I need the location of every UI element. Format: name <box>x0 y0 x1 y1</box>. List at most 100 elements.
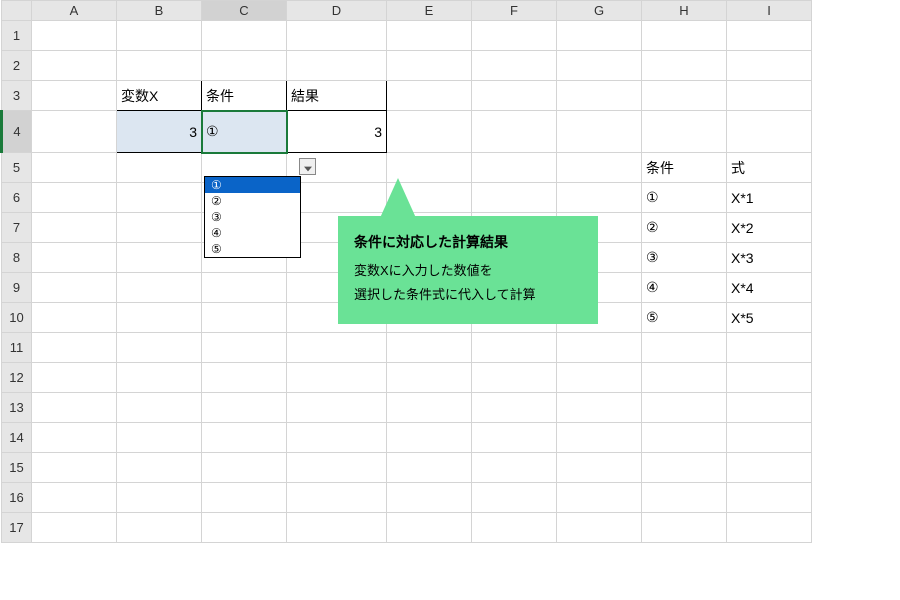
cell-H8[interactable]: ③ <box>642 243 727 273</box>
cell-D11[interactable] <box>287 333 387 363</box>
cell-C1[interactable] <box>202 21 287 51</box>
cell-I5[interactable]: 式 <box>727 153 812 183</box>
cell-B7[interactable] <box>117 213 202 243</box>
cell-G11[interactable] <box>557 333 642 363</box>
row-header-5[interactable]: 5 <box>2 153 32 183</box>
cell-G1[interactable] <box>557 21 642 51</box>
cell-D2[interactable] <box>287 51 387 81</box>
cell-B5[interactable] <box>117 153 202 183</box>
cell-E3[interactable] <box>387 81 472 111</box>
row-header-14[interactable]: 14 <box>2 423 32 453</box>
cell-C15[interactable] <box>202 453 287 483</box>
cell-F5[interactable] <box>472 153 557 183</box>
cell-F3[interactable] <box>472 81 557 111</box>
cell-I4[interactable] <box>727 111 812 153</box>
cell-G13[interactable] <box>557 393 642 423</box>
cell-A5[interactable] <box>32 153 117 183</box>
cell-B10[interactable] <box>117 303 202 333</box>
cell-G17[interactable] <box>557 513 642 543</box>
cell-C17[interactable] <box>202 513 287 543</box>
cell-D6[interactable] <box>287 183 387 213</box>
cell-A10[interactable] <box>32 303 117 333</box>
cell-D1[interactable] <box>287 21 387 51</box>
col-header-F[interactable]: F <box>472 1 557 21</box>
cell-G5[interactable] <box>557 153 642 183</box>
dropdown-option-2[interactable]: ② <box>205 193 300 209</box>
row-header-9[interactable]: 9 <box>2 273 32 303</box>
row-header-10[interactable]: 10 <box>2 303 32 333</box>
row-header-17[interactable]: 17 <box>2 513 32 543</box>
cell-I16[interactable] <box>727 483 812 513</box>
cell-B11[interactable] <box>117 333 202 363</box>
cell-F4[interactable] <box>472 111 557 153</box>
cell-C14[interactable] <box>202 423 287 453</box>
cell-G2[interactable] <box>557 51 642 81</box>
cell-C9[interactable] <box>202 273 287 303</box>
cell-G6[interactable] <box>557 183 642 213</box>
cell-E13[interactable] <box>387 393 472 423</box>
cell-I2[interactable] <box>727 51 812 81</box>
cell-H13[interactable] <box>642 393 727 423</box>
col-header-D[interactable]: D <box>287 1 387 21</box>
cell-B3[interactable]: 変数X <box>117 81 202 111</box>
cell-G4[interactable] <box>557 111 642 153</box>
cell-C13[interactable] <box>202 393 287 423</box>
cell-G12[interactable] <box>557 363 642 393</box>
cell-B2[interactable] <box>117 51 202 81</box>
cell-F1[interactable] <box>472 21 557 51</box>
cell-D14[interactable] <box>287 423 387 453</box>
dropdown-option-3[interactable]: ③ <box>205 209 300 225</box>
cell-H12[interactable] <box>642 363 727 393</box>
cell-A2[interactable] <box>32 51 117 81</box>
col-header-H[interactable]: H <box>642 1 727 21</box>
cell-C12[interactable] <box>202 363 287 393</box>
cell-F17[interactable] <box>472 513 557 543</box>
cell-C4[interactable]: ① <box>202 111 287 153</box>
cell-F16[interactable] <box>472 483 557 513</box>
cell-G3[interactable] <box>557 81 642 111</box>
cell-A13[interactable] <box>32 393 117 423</box>
cell-F15[interactable] <box>472 453 557 483</box>
row-header-1[interactable]: 1 <box>2 21 32 51</box>
select-all-corner[interactable] <box>2 1 32 21</box>
cell-I6[interactable]: X*1 <box>727 183 812 213</box>
row-header-8[interactable]: 8 <box>2 243 32 273</box>
cell-I11[interactable] <box>727 333 812 363</box>
cell-H4[interactable] <box>642 111 727 153</box>
cell-I14[interactable] <box>727 423 812 453</box>
cell-I7[interactable]: X*2 <box>727 213 812 243</box>
cell-A17[interactable] <box>32 513 117 543</box>
cell-E14[interactable] <box>387 423 472 453</box>
cell-A16[interactable] <box>32 483 117 513</box>
cell-F14[interactable] <box>472 423 557 453</box>
cell-I1[interactable] <box>727 21 812 51</box>
col-header-A[interactable]: A <box>32 1 117 21</box>
cell-D16[interactable] <box>287 483 387 513</box>
cell-A3[interactable] <box>32 81 117 111</box>
dropdown-option-1[interactable]: ① <box>205 177 300 193</box>
cell-E12[interactable] <box>387 363 472 393</box>
row-header-7[interactable]: 7 <box>2 213 32 243</box>
cell-H7[interactable]: ② <box>642 213 727 243</box>
cell-B4[interactable]: 3 <box>117 111 202 153</box>
cell-A1[interactable] <box>32 21 117 51</box>
cell-E16[interactable] <box>387 483 472 513</box>
cell-F11[interactable] <box>472 333 557 363</box>
row-header-2[interactable]: 2 <box>2 51 32 81</box>
cell-E4[interactable] <box>387 111 472 153</box>
cell-D17[interactable] <box>287 513 387 543</box>
row-header-3[interactable]: 3 <box>2 81 32 111</box>
row-header-12[interactable]: 12 <box>2 363 32 393</box>
cell-H10[interactable]: ⑤ <box>642 303 727 333</box>
cell-E2[interactable] <box>387 51 472 81</box>
cell-E17[interactable] <box>387 513 472 543</box>
cell-I17[interactable] <box>727 513 812 543</box>
col-header-E[interactable]: E <box>387 1 472 21</box>
cell-C16[interactable] <box>202 483 287 513</box>
cell-A6[interactable] <box>32 183 117 213</box>
cell-E11[interactable] <box>387 333 472 363</box>
cell-G16[interactable] <box>557 483 642 513</box>
cell-I12[interactable] <box>727 363 812 393</box>
cell-H15[interactable] <box>642 453 727 483</box>
row-header-15[interactable]: 15 <box>2 453 32 483</box>
